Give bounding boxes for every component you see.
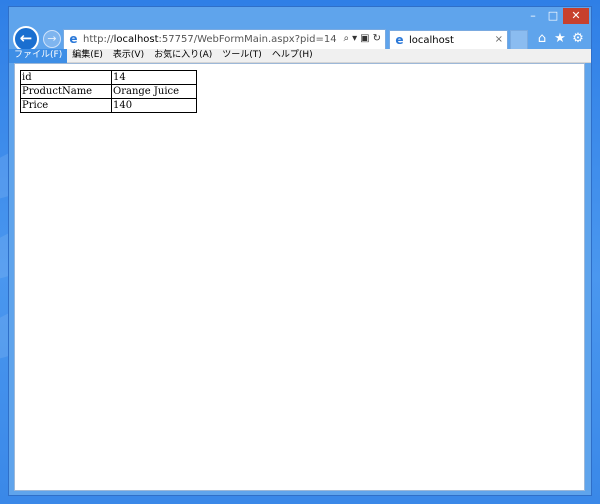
field-value-id: 14 <box>111 70 197 85</box>
home-icon[interactable]: ⌂ <box>533 31 551 46</box>
url-path: :57757/WebFormMain.aspx?pid=14 <box>158 34 337 45</box>
menu-help[interactable]: ヘルプ(H) <box>267 49 318 63</box>
ie-tab-icon: e <box>395 33 404 47</box>
menu-view[interactable]: 表示(V) <box>108 49 149 63</box>
product-details-table: id 14 ProductName Orange Juice Price 140 <box>20 70 197 113</box>
field-label-price: Price <box>20 98 112 113</box>
toolbar-icons: ⌂ ★ ⚙ <box>533 31 587 46</box>
tab-localhost[interactable]: e localhost × <box>389 30 508 51</box>
browser-window: – □ ✕ ← → e http://localhost:57757/WebFo… <box>8 6 592 496</box>
menu-tools[interactable]: ツール(T) <box>217 49 267 63</box>
field-value-productname: Orange Juice <box>111 84 197 99</box>
minimize-button[interactable]: – <box>523 8 543 24</box>
title-bar: – □ ✕ <box>9 7 591 25</box>
menu-bar: ファイル(F) 編集(E) 表示(V) お気に入り(A) ツール(T) ヘルプ(H) <box>9 49 591 63</box>
close-button[interactable]: ✕ <box>563 8 589 24</box>
field-label-productname: ProductName <box>20 84 112 99</box>
ie-page-icon: e <box>69 32 78 46</box>
menu-file[interactable]: ファイル(F) <box>9 49 68 63</box>
tab-title: localhost <box>409 35 454 46</box>
maximize-button[interactable]: □ <box>543 8 563 24</box>
address-tools: ⌕ ▾ ▣ ↻ <box>341 33 381 44</box>
favorites-star-icon[interactable]: ★ <box>551 31 569 46</box>
table-row: id 14 <box>20 70 197 85</box>
forward-arrow-icon: → <box>47 32 57 45</box>
field-label-id: id <box>20 70 112 85</box>
tab-close-icon[interactable]: × <box>495 34 503 45</box>
back-arrow-icon: ← <box>19 29 33 47</box>
forward-button[interactable]: → <box>43 30 61 48</box>
table-row: Price 140 <box>20 98 197 113</box>
table-row: ProductName Orange Juice <box>20 84 197 99</box>
url-text[interactable]: http://localhost:57757/WebFormMain.aspx?… <box>83 34 337 45</box>
search-icon[interactable]: ⌕ <box>344 33 350 44</box>
menu-favorites[interactable]: お気に入り(A) <box>149 49 217 63</box>
url-host: localhost <box>113 34 159 45</box>
url-protocol: http:// <box>83 34 114 45</box>
field-value-price: 140 <box>111 98 197 113</box>
address-bar[interactable]: e http://localhost:57757/WebFormMain.asp… <box>63 29 386 50</box>
refresh-icon[interactable]: ↻ <box>373 33 381 44</box>
page-content: id 14 ProductName Orange Juice Price 140 <box>14 63 585 491</box>
dropdown-arrow-icon[interactable]: ▾ <box>352 33 357 44</box>
menu-edit[interactable]: 編集(E) <box>67 49 108 63</box>
compatibility-view-icon[interactable]: ▣ <box>360 33 369 44</box>
settings-gear-icon[interactable]: ⚙ <box>569 31 587 46</box>
new-tab-button[interactable] <box>510 30 528 51</box>
